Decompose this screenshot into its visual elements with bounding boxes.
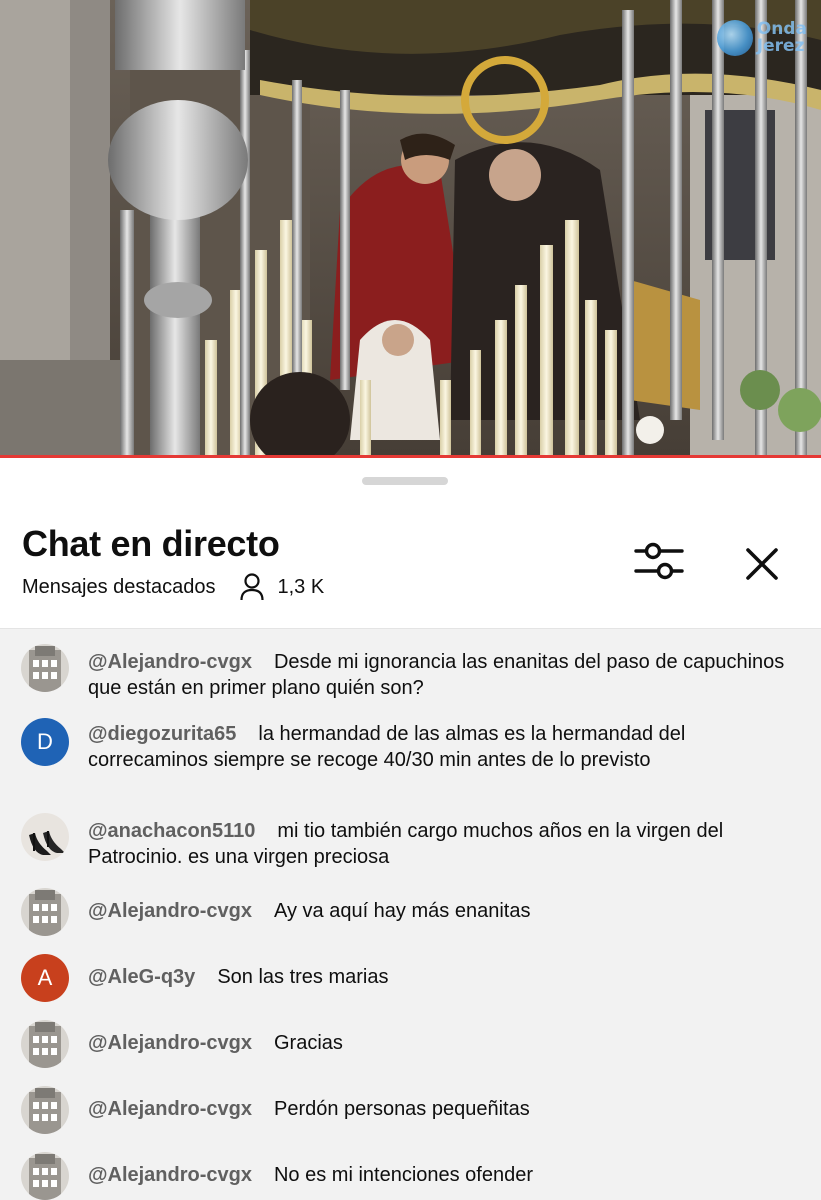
sliders-icon [634, 542, 684, 580]
procession-video-frame [0, 0, 821, 458]
message-content: @Alejandro-cvgx Gracias [88, 1031, 788, 1057]
chat-message-list[interactable]: @Alejandro-cvgx Desde mi ignorancia las e… [0, 628, 821, 1200]
message-content: @AleG-q3y Son las tres marias [88, 965, 788, 991]
message-author[interactable]: @Alejandro-cvgx [88, 1032, 252, 1054]
close-chat-button[interactable] [738, 540, 786, 588]
viewer-count: 1,3 K [277, 576, 325, 598]
message-content: @anachacon5110 mi tio también cargo mucho… [88, 819, 788, 870]
close-icon [746, 548, 778, 580]
building-avatar-icon [21, 1020, 69, 1068]
message-content: @Alejandro-cvgx No es mi intenciones ofen… [88, 1163, 788, 1189]
message-author[interactable]: @diegozurita65 [88, 723, 236, 745]
shoes-avatar-icon [21, 813, 69, 861]
message-author[interactable]: @Alejandro-cvgx [88, 1098, 252, 1120]
message-content: @Alejandro-cvgx Ay va aquí hay más enanit… [88, 899, 788, 925]
message-content: @diegozurita65 la hermandad de las almas … [88, 722, 788, 773]
message-text: Son las tres marias [217, 966, 389, 988]
message-author[interactable]: @AleG-q3y [88, 966, 195, 988]
message-text: Gracias [273, 1032, 343, 1054]
avatar-letter: D [37, 729, 53, 754]
message-author[interactable]: @anachacon5110 [88, 820, 255, 842]
drag-handle[interactable] [362, 477, 448, 485]
avatar[interactable]: A [21, 954, 69, 1002]
avatar[interactable] [21, 888, 69, 936]
watermark-line2: Jerez [756, 36, 805, 56]
avatar[interactable]: D [21, 718, 69, 766]
chat-title: Chat en directo [22, 523, 280, 564]
chat-subheader: Mensajes destacados 1,3 K [22, 572, 324, 602]
channel-watermark: Onda Jerez [716, 20, 807, 56]
message-text: Perdón personas pequeñitas [273, 1098, 530, 1120]
message-content: @Alejandro-cvgx Perdón personas pequeñita… [88, 1097, 788, 1123]
avatar[interactable] [21, 1086, 69, 1134]
message-text: Ay va aquí hay más enanitas [273, 900, 531, 922]
message-author[interactable]: @Alejandro-cvgx [88, 900, 252, 922]
avatar[interactable] [21, 1152, 69, 1200]
message-author[interactable]: @Alejandro-cvgx [88, 1164, 252, 1186]
avatar-letter: A [37, 965, 53, 990]
avatar[interactable] [21, 644, 69, 692]
avatar[interactable] [21, 1020, 69, 1068]
building-avatar-icon [21, 644, 69, 692]
channel-logo-icon [716, 20, 753, 56]
video-player[interactable]: Onda Jerez [0, 0, 821, 458]
video-progress-bar[interactable] [0, 455, 821, 458]
person-icon [240, 573, 265, 601]
message-author[interactable]: @Alejandro-cvgx [88, 651, 252, 673]
building-avatar-icon [21, 1152, 69, 1200]
live-chat-panel: Chat en directo Mensajes destacados 1,3 … [0, 460, 821, 1200]
chat-filter-button[interactable] [632, 538, 686, 588]
avatar[interactable] [21, 813, 69, 861]
building-avatar-icon [21, 888, 69, 936]
message-text: No es mi intenciones ofender [273, 1164, 534, 1186]
chat-mode-selector[interactable]: Mensajes destacados [22, 574, 215, 600]
building-avatar-icon [21, 1086, 69, 1134]
message-content: @Alejandro-cvgx Desde mi ignorancia las e… [88, 650, 788, 701]
